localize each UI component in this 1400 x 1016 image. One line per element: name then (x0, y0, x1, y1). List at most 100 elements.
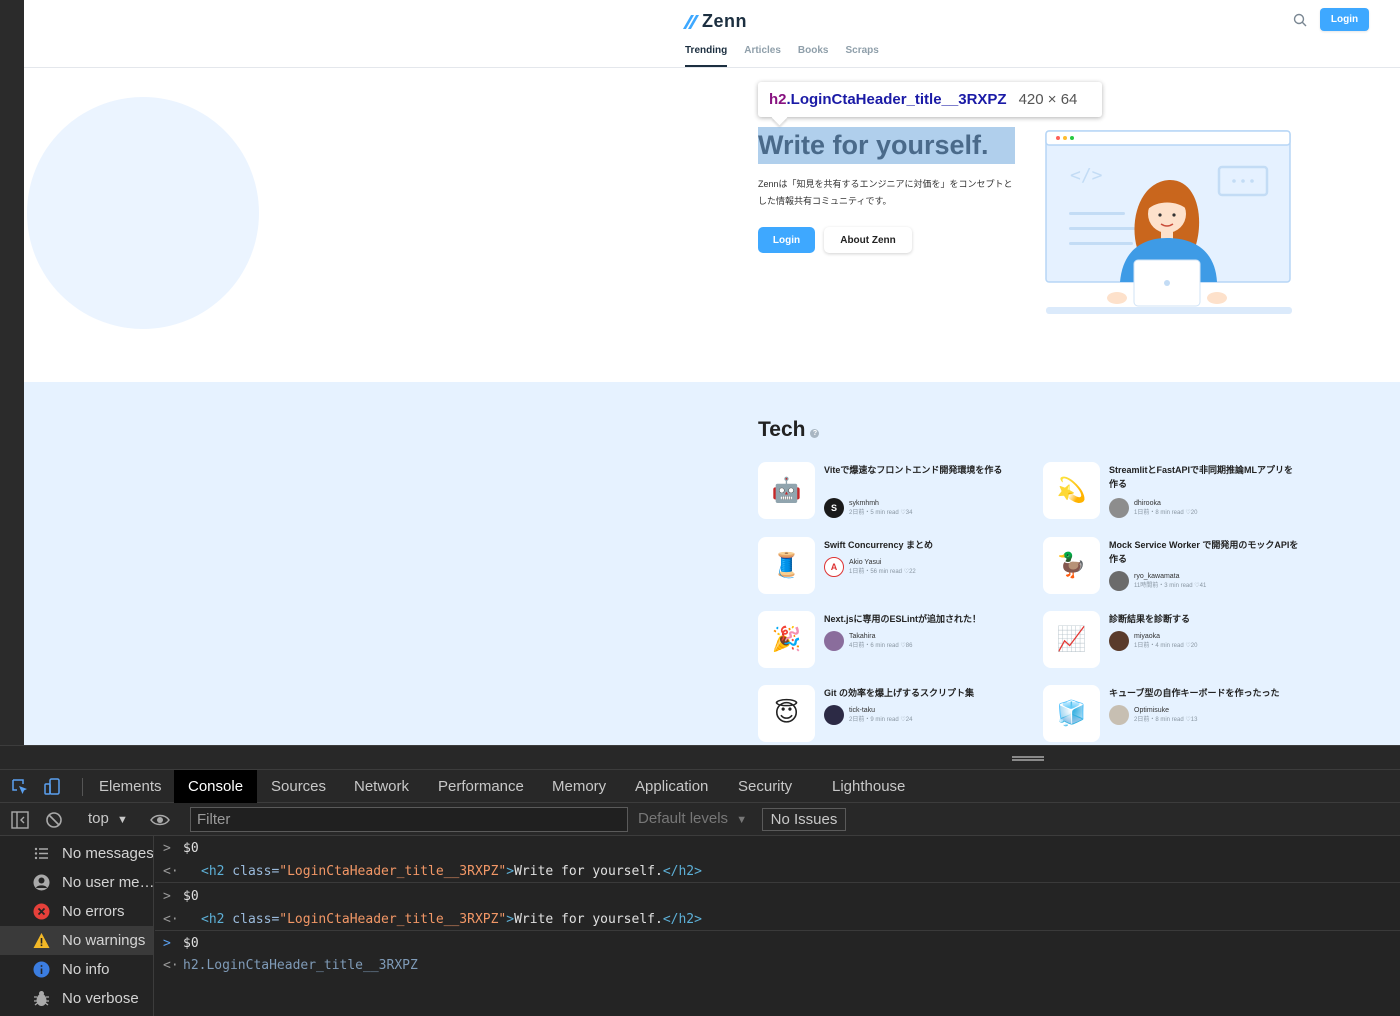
article-card[interactable]: 🦆 Mock Service Worker で開発用のモックAPIを作る ryo… (1043, 537, 1313, 597)
about-zenn-button[interactable]: About Zenn (824, 227, 912, 253)
article-card[interactable]: 💫 StreamlitとFastAPIで非同期推論MLアプリを作る dhiroo… (1043, 462, 1313, 522)
tech-heading: Tech ? (758, 418, 820, 442)
console-input-line: > $0 (155, 885, 1400, 908)
logo-text: Zenn (702, 11, 747, 31)
tab-performance[interactable]: Performance (424, 770, 538, 803)
tab-books[interactable]: Books (798, 45, 829, 67)
node-attr-value: "LoginCtaHeader_title__3RXPZ" (279, 864, 507, 879)
article-card[interactable]: 🧵 Swift Concurrency まとめ A Akio Yasui 1日前・… (758, 537, 1028, 597)
article-card[interactable]: 😇 Git の効率を爆上げするスクリプト集 tick-taku 2日前・9 min… (758, 685, 1028, 745)
log-levels-label: Default levels (638, 810, 729, 827)
article-title[interactable]: Mock Service Worker で開発用のモックAPIを作る (1109, 538, 1301, 566)
avatar[interactable] (1109, 498, 1129, 518)
tab-scraps[interactable]: Scraps (845, 45, 878, 67)
avatar[interactable] (1109, 705, 1129, 725)
tab-sources[interactable]: Sources (257, 770, 340, 803)
tooltip-tag: h2 (769, 91, 787, 108)
console-output: > $0 <· <h2 class="LoginCtaHeader_title_… (155, 836, 1400, 1016)
sidebar-item-warnings[interactable]: No warnings (0, 926, 153, 955)
console-result-line: <· <h2 class="LoginCtaHeader_title__3RXP… (155, 908, 1400, 931)
chart-emoji-icon: 📈 (1043, 611, 1100, 668)
sidebar-item-errors[interactable]: No errors (0, 897, 153, 926)
console-text[interactable]: h2.LoginCtaHeader_title__3RXPZ (183, 954, 418, 977)
tab-application[interactable]: Application (621, 770, 722, 803)
tab-console[interactable]: Console (174, 770, 258, 803)
tab-elements[interactable]: Elements (85, 770, 176, 803)
article-card[interactable]: 📈 診断結果を診断する miyaoka 1日前・4 min read ♡20 (1043, 611, 1313, 671)
avatar[interactable] (1109, 631, 1129, 651)
tab-lighthouse[interactable]: Lighthouse (818, 770, 919, 803)
article-title[interactable]: Next.jsに専用のESLintが追加された！ (824, 612, 1016, 626)
article-author[interactable]: ryo_kawamata (1134, 572, 1206, 582)
node-content: Write for yourself. (514, 864, 663, 879)
console-text[interactable]: $0 (183, 837, 199, 860)
article-card[interactable]: 🧊 キューブ型の自作キーボードを作ったった Optimisuke 2日前・8 mi… (1043, 685, 1313, 745)
article-author[interactable]: dhirooka (1134, 499, 1197, 509)
avatar[interactable] (824, 705, 844, 725)
sidebar-item-label: No user me… (62, 874, 153, 891)
console-element-node[interactable]: <h2 class="LoginCtaHeader_title__3RXPZ">… (201, 908, 702, 931)
avatar[interactable] (824, 631, 844, 651)
sidebar-item-info[interactable]: No info (0, 955, 153, 984)
article-author[interactable]: Optimisuke (1134, 706, 1197, 716)
tab-trending[interactable]: Trending (685, 45, 728, 67)
result-icon: <· (163, 912, 179, 927)
thread-emoji-icon: 🧵 (758, 537, 815, 594)
resize-grip-icon[interactable] (1012, 756, 1044, 761)
inspect-element-icon[interactable] (11, 778, 29, 796)
avatar[interactable] (1109, 571, 1129, 591)
node-end-tag: </h2> (662, 864, 702, 879)
article-meta: S sykmhmh 2日前・5 min read ♡34 (824, 498, 912, 518)
avatar[interactable]: S (824, 498, 844, 518)
article-card[interactable]: 🤖 Viteで爆速なフロントエンド開発環境を作る S sykmhmh 2日前・5 … (758, 462, 1028, 522)
node-content: Write for yourself. (514, 912, 663, 927)
tab-articles[interactable]: Articles (744, 45, 781, 67)
article-title[interactable]: StreamlitとFastAPIで非同期推論MLアプリを作る (1109, 463, 1301, 491)
help-icon[interactable]: ? (810, 428, 820, 438)
article-stats: 1日前・8 min read ♡20 (1134, 509, 1198, 516)
zenn-logo[interactable]: Zenn (684, 11, 747, 32)
article-title[interactable]: Git の効率を爆上げするスクリプト集 (824, 686, 1016, 700)
article-title[interactable]: キューブ型の自作キーボードを作ったった (1109, 686, 1301, 700)
log-levels-dropdown[interactable]: Default levels ▼ (638, 810, 747, 827)
article-meta: miyaoka 1日前・4 min read ♡20 (1109, 631, 1197, 651)
avatar[interactable]: A (824, 557, 844, 577)
article-author[interactable]: miyaoka (1134, 632, 1197, 642)
console-result-line: <· <h2 class="LoginCtaHeader_title__3RXP… (155, 860, 1400, 883)
console-element-node[interactable]: <h2 class="LoginCtaHeader_title__3RXPZ">… (201, 860, 702, 883)
article-author[interactable]: Akio Yasui (849, 558, 916, 568)
devtools-resize-bar[interactable] (0, 745, 1400, 769)
console-text[interactable]: $0 (183, 885, 199, 908)
article-card[interactable]: 🎉 Next.jsに専用のESLintが追加された！ Takahira 4日前・6… (758, 611, 1028, 671)
clear-console-icon[interactable] (45, 811, 63, 829)
sidebar-item-label: No warnings (62, 932, 146, 949)
device-toolbar-icon[interactable] (44, 778, 62, 796)
article-title[interactable]: Swift Concurrency まとめ (824, 538, 1016, 552)
article-author[interactable]: tick-taku (849, 706, 912, 716)
nav-tabs: Trending Articles Books Scraps (685, 45, 896, 67)
article-author[interactable]: Takahira (849, 632, 912, 642)
article-title[interactable]: 診断結果を診断する (1109, 612, 1301, 626)
filter-input[interactable]: Filter (190, 807, 628, 832)
sidebar-toggle-icon[interactable] (11, 811, 29, 829)
prompt-icon: > (163, 889, 171, 904)
eye-icon[interactable] (150, 811, 170, 829)
console-text[interactable]: $0 (183, 932, 199, 955)
header-login-button[interactable]: Login (1320, 8, 1369, 31)
info-icon (33, 961, 50, 978)
article-stats: 2日前・5 min read ♡34 (849, 509, 913, 516)
article-stats: 1日前・4 min read ♡20 (1134, 642, 1198, 649)
search-icon[interactable] (1292, 12, 1308, 28)
tab-network[interactable]: Network (340, 770, 423, 803)
sidebar-item-verbose[interactable]: No verbose (0, 984, 153, 1013)
hero-login-button[interactable]: Login (758, 227, 815, 253)
article-author[interactable]: sykmhmh (849, 499, 912, 509)
context-selector[interactable]: top ▼ (88, 810, 128, 827)
sidebar-item-user-messages[interactable]: No user me… (0, 868, 153, 897)
tab-security[interactable]: Security (724, 770, 806, 803)
tab-memory[interactable]: Memory (538, 770, 620, 803)
article-title[interactable]: Viteで爆速なフロントエンド開発環境を作る (824, 463, 1016, 477)
node-tag-close: > (506, 864, 515, 879)
issues-button[interactable]: No Issues (762, 808, 846, 831)
sidebar-item-messages[interactable]: No messages (0, 839, 153, 868)
